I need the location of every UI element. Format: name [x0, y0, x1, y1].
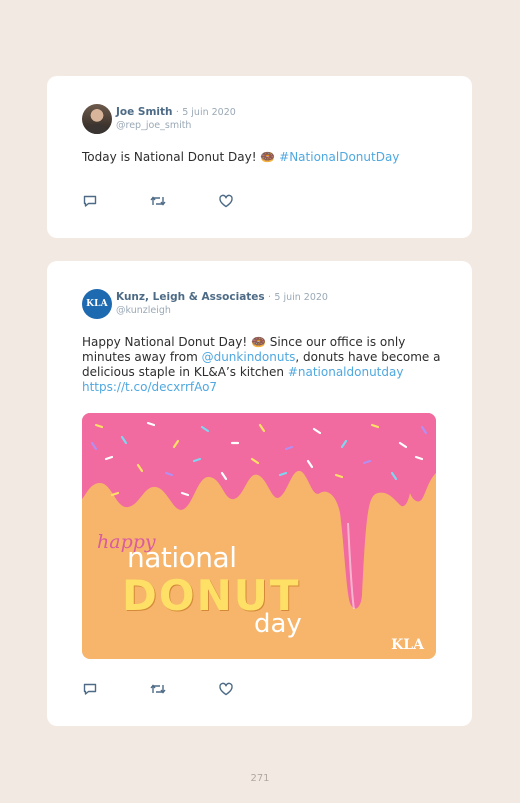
hashtag-link[interactable]: #NationalDonutDay: [279, 150, 399, 164]
tweet-date[interactable]: 5 juin 2020: [274, 292, 328, 303]
image-word-day: day: [254, 609, 302, 639]
tweet-meta: Kunz, Leigh & Associates · 5 juin 2020: [116, 291, 328, 303]
like-icon[interactable]: [218, 193, 236, 209]
tweet-date[interactable]: 5 juin 2020: [182, 107, 236, 118]
image-word-national: national: [127, 541, 237, 574]
author-handle[interactable]: @rep_joe_smith: [116, 120, 191, 131]
tweet-meta: Joe Smith · 5 juin 2020: [116, 106, 236, 118]
meta-separator: ·: [268, 292, 272, 303]
author-name[interactable]: Kunz, Leigh & Associates: [116, 291, 265, 303]
tweet-header: Joe Smith · 5 juin 2020 @rep_joe_smith: [82, 104, 452, 134]
avatar[interactable]: KLA: [82, 289, 112, 319]
mention-link[interactable]: @dunkindonuts: [202, 350, 296, 364]
reply-icon[interactable]: [82, 193, 100, 209]
tweet-image[interactable]: happy national DONUT day KLA: [82, 413, 436, 659]
reply-icon[interactable]: [82, 681, 100, 697]
retweet-icon[interactable]: [149, 681, 167, 697]
avatar-logo-text: KLA: [86, 299, 108, 309]
meta-separator: ·: [175, 107, 179, 118]
image-logo: KLA: [391, 637, 424, 653]
tweet-actions: [82, 681, 262, 697]
tweet-text-body: Today is National Donut Day! 🍩: [82, 150, 280, 164]
tweet-actions: [82, 193, 262, 209]
url-link[interactable]: https://t.co/decxrrfAo7: [82, 380, 217, 394]
hashtag-link[interactable]: #nationaldonutday: [288, 365, 404, 379]
author-handle[interactable]: @kunzleigh: [116, 305, 171, 316]
tweet-text: Happy National Donut Day! 🍩 Since our of…: [82, 335, 442, 395]
tweet-header: KLA Kunz, Leigh & Associates · 5 juin 20…: [82, 289, 452, 319]
author-name[interactable]: Joe Smith: [116, 106, 173, 118]
avatar[interactable]: [82, 104, 112, 134]
tweet-card-joe-smith: Joe Smith · 5 juin 2020 @rep_joe_smith T…: [47, 76, 472, 238]
tweet-card-kla: KLA Kunz, Leigh & Associates · 5 juin 20…: [47, 261, 472, 726]
tweet-text: Today is National Donut Day! 🍩 #National…: [82, 150, 442, 165]
page-number: 271: [250, 773, 270, 784]
retweet-icon[interactable]: [149, 193, 167, 209]
like-icon[interactable]: [218, 681, 236, 697]
